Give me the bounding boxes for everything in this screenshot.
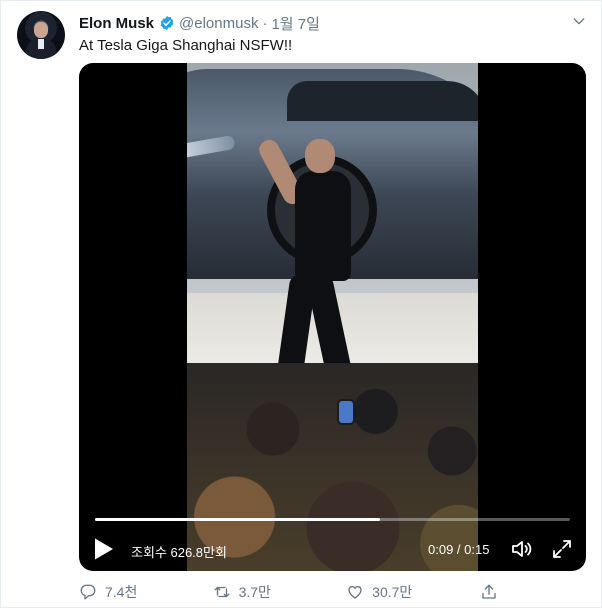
video-controls: 조회수 626.8만회 0:09 / 0:15 <box>79 533 586 565</box>
avatar[interactable] <box>17 11 65 59</box>
volume-icon[interactable] <box>510 537 534 561</box>
avatar-face <box>34 22 48 38</box>
heart-icon <box>348 586 362 599</box>
video-progress-bar[interactable] <box>95 518 570 521</box>
retweet-count: 3.7만 <box>238 584 271 600</box>
video-time: 0:09 / 0:15 <box>428 542 490 557</box>
share-icon <box>482 584 496 599</box>
dancer-body <box>295 171 351 281</box>
avatar-shirt <box>38 39 44 49</box>
tweet-date[interactable]: 1월 7일 <box>271 13 319 34</box>
reply-button[interactable]: 7.4천 <box>79 581 213 603</box>
tweet-actions: 7.4천 3.7만 30.7만 <box>79 581 519 603</box>
reply-icon <box>80 584 96 600</box>
dancer-head <box>305 139 335 173</box>
like-button[interactable]: 30.7만 <box>346 581 480 603</box>
share-button[interactable] <box>480 581 519 603</box>
retweet-button[interactable]: 3.7만 <box>213 581 347 603</box>
fullscreen-icon[interactable] <box>550 537 574 561</box>
crowd-phone <box>339 401 353 423</box>
author-handle[interactable]: @elonmusk <box>179 15 258 32</box>
header-separator: · <box>262 14 268 32</box>
reply-count: 7.4천 <box>105 584 138 600</box>
chevron-down-icon[interactable] <box>571 13 587 29</box>
tweet-card[interactable]: Elon Musk @elonmusk · 1월 7일 At Tesla Gig… <box>0 0 602 608</box>
verified-badge-icon <box>160 16 174 30</box>
video-player[interactable]: 조회수 626.8만회 0:09 / 0:15 <box>79 63 586 571</box>
video-progress-fill <box>95 518 380 521</box>
video-frame <box>187 63 478 571</box>
play-icon[interactable] <box>93 537 115 561</box>
tweet-text: At Tesla Giga Shanghai NSFW!! <box>79 37 293 54</box>
tweet-header: Elon Musk @elonmusk · 1월 7일 <box>79 13 320 33</box>
car-window <box>287 81 478 121</box>
car-headlight <box>187 134 236 162</box>
author-name[interactable]: Elon Musk <box>79 15 154 32</box>
view-count: 조회수 626.8만회 <box>131 545 227 560</box>
retweet-icon <box>214 586 230 598</box>
like-count: 30.7만 <box>372 584 413 600</box>
